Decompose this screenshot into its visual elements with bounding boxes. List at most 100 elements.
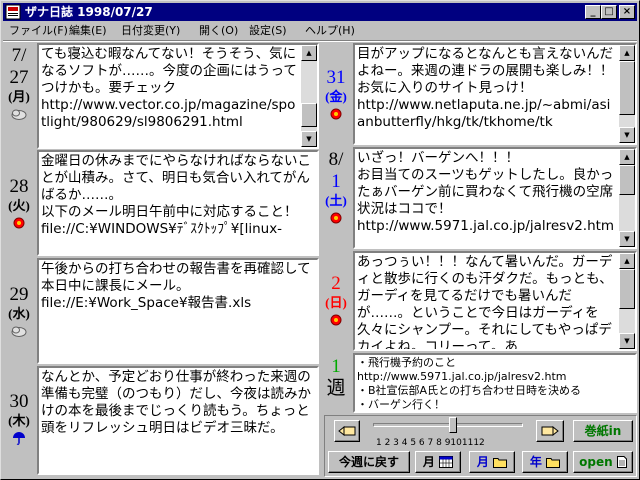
memo-text[interactable]: 金曜日の休みまでにやらなければならないことが山積み。さて、明日も気合い入れてがん… — [41, 153, 315, 238]
date-label-1[interactable]: 8/ 1 (土) — [320, 149, 352, 225]
weekday-label: (金) — [325, 89, 347, 104]
menu-settings[interactable]: 設定(S) — [249, 22, 287, 40]
date-label-31[interactable]: 31 (金) — [320, 67, 352, 121]
scrollbar[interactable]: ▲ ▼ — [619, 253, 635, 349]
sun-icon[interactable] — [10, 216, 28, 230]
memo-week[interactable]: ・飛行機予約のこと http://www.5971.jal.co.jp/jalr… — [353, 353, 637, 413]
month-folder-button[interactable]: 月 — [469, 451, 515, 473]
scroll-thumb[interactable] — [619, 165, 635, 195]
menu-change-date[interactable]: 日付変更(Y) — [121, 22, 180, 40]
sun-icon[interactable] — [327, 107, 345, 121]
memo-text[interactable]: 午後からの打ち合わせの報告書を再確認して本日中に課長にメール。 file://E… — [41, 261, 315, 312]
date-label-27[interactable]: 7/ 27 (月) — [3, 45, 35, 121]
month-slider-track[interactable] — [373, 423, 523, 427]
app-window: ザナ日誌 1998/07/27 _ □ × ファイル(F) 編集(E) 日付変更… — [0, 0, 640, 480]
cloud-icon[interactable] — [10, 324, 28, 338]
day-number: 2 — [331, 273, 341, 294]
folder-icon — [546, 458, 561, 468]
week-kanji: 週 — [326, 378, 346, 399]
day-number: 1 — [331, 171, 341, 192]
weekday-label: (水) — [8, 306, 30, 321]
day-number: 28 — [9, 176, 29, 197]
scroll-down-icon[interactable]: ▼ — [619, 333, 635, 349]
maximize-button[interactable]: □ — [601, 5, 617, 19]
month-button-label: 月 — [422, 455, 435, 469]
memo-day-2[interactable]: あっつぅい！！！なんて暑いんだ。ガーディと散歩に行くのも汗ダクだ。もっとも、ガー… — [353, 251, 637, 351]
menu-open[interactable]: 開く(O) — [199, 22, 238, 40]
back-to-this-week-button[interactable]: 今週に戻す — [328, 451, 410, 473]
memo-text[interactable]: いざっ！バーゲンへ！！！ お目当てのスーツもゲットしたし。良かったぁバーゲン前に… — [357, 150, 617, 235]
memo-text[interactable]: あっつぅい！！！なんて暑いんだ。ガーディと散歩に行くのも汗ダクだ。もっとも、ガー… — [357, 254, 617, 349]
date-label-2[interactable]: 2 (日) — [320, 273, 352, 327]
day-number: 30 — [9, 391, 29, 412]
app-icon — [5, 4, 21, 20]
memo-day-1[interactable]: いざっ！バーゲンへ！！！ お目当てのスーツもゲットしたし。良かったぁバーゲン前に… — [353, 147, 637, 249]
scrollbar[interactable]: ▲ ▼ — [619, 45, 635, 143]
date-label-30[interactable]: 30 (木) — [3, 391, 35, 445]
weekday-label: (月) — [8, 89, 30, 104]
memo-day-28[interactable]: 金曜日の休みまでにやらなければならないことが山積み。さて、明日も気合い入れてがん… — [37, 150, 319, 256]
month-slider-ticks: 1 2 3 4 5 6 7 8 9101112 — [376, 438, 485, 448]
weekday-label: (木) — [8, 413, 30, 428]
open-button[interactable]: open — [573, 451, 633, 473]
year-folder-button[interactable]: 年 — [522, 451, 568, 473]
weekday-label: (日) — [325, 295, 347, 310]
scroll-up-icon[interactable]: ▲ — [301, 45, 317, 61]
minimize-button[interactable]: _ — [585, 5, 601, 19]
menu-separator — [3, 40, 637, 42]
makigami-button[interactable]: 巻紙in — [573, 420, 633, 442]
hand-right-icon — [541, 425, 559, 437]
month-label: 7/ — [11, 45, 27, 66]
month-folder-label: 月 — [476, 455, 489, 469]
menu-help[interactable]: ヘルプ(H) — [305, 22, 355, 40]
scrollbar[interactable]: ▲ ▼ — [619, 149, 635, 247]
memo-text[interactable]: なんとか、予定どおり仕事が終わった来週の準備も完璧（のつもり）だし、今夜は読みか… — [41, 369, 315, 437]
sun-icon[interactable] — [327, 313, 345, 327]
hand-left-icon — [338, 425, 356, 437]
weekday-label: (土) — [325, 193, 347, 208]
scroll-down-icon[interactable]: ▼ — [619, 231, 635, 247]
scrollbar[interactable]: ▲ ▼ — [301, 45, 317, 147]
week-number: 1 — [331, 356, 341, 377]
title-bar[interactable]: ザナ日誌 1998/07/27 _ □ × — [3, 3, 637, 21]
memo-day-30[interactable]: なんとか、予定どおり仕事が終わった来週の準備も完璧（のつもり）だし、今夜は読みか… — [37, 366, 319, 475]
sun-icon[interactable] — [327, 211, 345, 225]
scroll-up-icon[interactable]: ▲ — [619, 149, 635, 165]
day-number: 29 — [9, 284, 29, 305]
scroll-thumb[interactable] — [619, 269, 635, 309]
month-calendar-button[interactable]: 月 — [415, 451, 461, 473]
date-label-28[interactable]: 28 (火) — [3, 176, 35, 230]
scroll-down-icon[interactable]: ▼ — [619, 127, 635, 143]
prev-week-button[interactable] — [334, 420, 360, 442]
scroll-thumb[interactable] — [619, 61, 635, 115]
scroll-up-icon[interactable]: ▲ — [619, 45, 635, 61]
next-week-button[interactable] — [536, 420, 564, 442]
memo-text[interactable]: ・飛行機予約のこと http://www.5971.jal.co.jp/jalr… — [357, 356, 633, 411]
open-button-label: open — [579, 455, 613, 469]
menu-edit[interactable]: 編集(E) — [69, 22, 107, 40]
weekday-label: (火) — [8, 198, 30, 213]
menu-file[interactable]: ファイル(F) — [9, 22, 68, 40]
cloud-icon[interactable] — [10, 107, 28, 121]
year-folder-label: 年 — [529, 455, 542, 469]
window-title: ザナ日誌 1998/07/27 — [25, 5, 153, 19]
menu-bar: ファイル(F) 編集(E) 日付変更(Y) 開く(O) 設定(S) ヘルプ(H) — [3, 22, 637, 40]
month-label: 8/ — [328, 149, 344, 170]
scroll-thumb[interactable] — [301, 103, 317, 127]
rain-icon[interactable] — [10, 431, 28, 445]
memo-day-31[interactable]: 目がアップになるとなんとも言えないんだよねー。来週の連ドラの展開も楽しみ！！ お… — [353, 43, 637, 145]
month-slider-thumb[interactable] — [449, 417, 458, 433]
day-number: 27 — [9, 67, 29, 88]
document-icon — [616, 456, 627, 468]
scroll-down-icon[interactable]: ▼ — [301, 131, 317, 147]
close-button[interactable]: × — [619, 5, 635, 19]
date-label-29[interactable]: 29 (水) — [3, 284, 35, 338]
memo-text[interactable]: 目がアップになるとなんとも言えないんだよねー。来週の連ドラの展開も楽しみ！！ お… — [357, 46, 617, 131]
calendar-icon — [439, 456, 454, 468]
memo-text[interactable]: ても寝込む暇なんてない！そうそう、気になるソフトが……。今度の企画にはうってつけ… — [41, 46, 299, 131]
scroll-up-icon[interactable]: ▲ — [619, 253, 635, 269]
memo-day-27[interactable]: ても寝込む暇なんてない！そうそう、気になるソフトが……。今度の企画にはうってつけ… — [37, 43, 319, 149]
memo-day-29[interactable]: 午後からの打ち合わせの報告書を再確認して本日中に課長にメール。 file://E… — [37, 258, 319, 364]
folder-icon — [493, 458, 508, 468]
week-label[interactable]: 1 週 — [320, 356, 352, 400]
